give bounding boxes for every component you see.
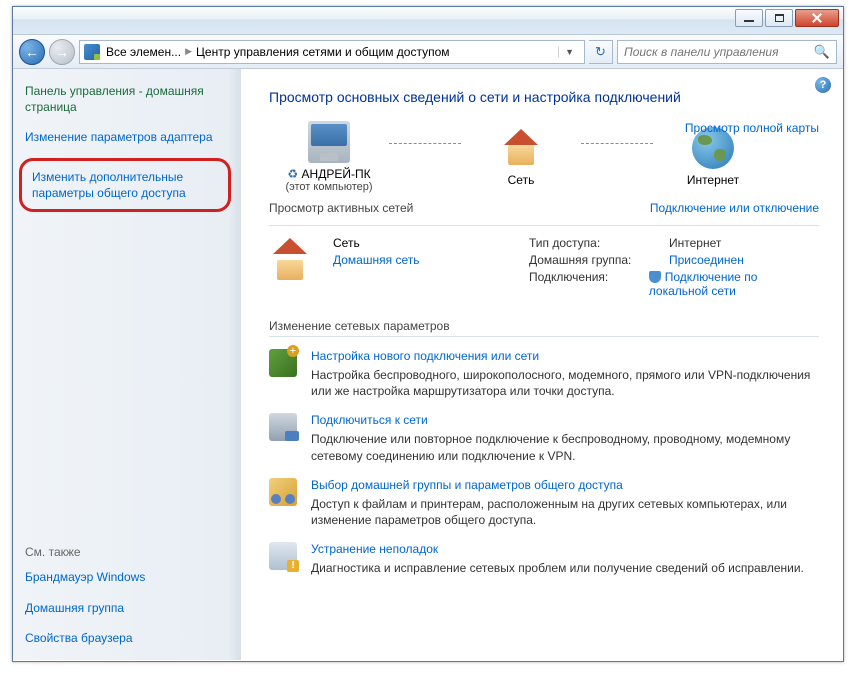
forward-button[interactable]: → <box>49 39 75 65</box>
pc-sublabel: (этот компьютер) <box>285 181 372 193</box>
task-desc: Доступ к файлам и принтерам, расположенн… <box>311 496 819 528</box>
help-icon[interactable]: ? <box>815 77 831 93</box>
minimize-button[interactable] <box>735 9 763 27</box>
separator <box>269 225 819 226</box>
sidebar-adapter-link[interactable]: Изменение параметров адаптера <box>25 129 229 145</box>
node-this-pc: ♻ АНДРЕЙ-ПК (этот компьютер) <box>269 121 389 193</box>
view-full-map-link[interactable]: Просмотр полной карты <box>685 121 819 135</box>
task-title: Настройка нового подключения или сети <box>311 349 819 363</box>
sidebar-homegroup-link[interactable]: Домашняя группа <box>25 600 229 616</box>
address-bar[interactable]: Все элемен... ▶ Центр управления сетями … <box>79 40 585 64</box>
sidebar-advanced-sharing-link[interactable]: Изменить дополнительные параметры общего… <box>32 169 218 201</box>
internet-label: Интернет <box>687 173 739 187</box>
task-troubleshoot[interactable]: Устранение неполадок Диагностика и испра… <box>269 542 819 576</box>
sidebar-browser-link[interactable]: Свойства браузера <box>25 630 229 646</box>
address-dropdown-icon[interactable]: ▼ <box>558 47 580 57</box>
task-title: Устранение неполадок <box>311 542 804 556</box>
access-type-value: Интернет <box>669 236 721 250</box>
homegroup-sharing-icon <box>269 478 297 506</box>
separator <box>269 336 819 337</box>
connections-label: Подключения: <box>529 270 649 298</box>
task-desc: Диагностика и исправление сетевых пробле… <box>311 560 804 576</box>
sidebar-firewall-link[interactable]: Брандмауэр Windows <box>25 569 229 585</box>
window: ← → Все элемен... ▶ Центр управления сет… <box>12 6 844 662</box>
task-homegroup[interactable]: Выбор домашней группы и параметров общег… <box>269 478 819 528</box>
access-type-label: Тип доступа: <box>529 236 669 250</box>
refresh-button[interactable]: ↻ <box>589 40 613 64</box>
connector-line <box>389 143 461 145</box>
main-content: ? Просмотр основных сведений о сети и на… <box>241 69 843 660</box>
search-icon[interactable]: 🔍 <box>814 44 830 60</box>
task-connect-network[interactable]: Подключиться к сети Подключение или повт… <box>269 413 819 463</box>
new-connection-icon <box>269 349 297 377</box>
search-box[interactable]: 🔍 <box>617 40 837 64</box>
chevron-right-icon: ▶ <box>185 46 192 57</box>
network-house-icon <box>269 236 317 284</box>
network-type-link[interactable]: Домашняя сеть <box>333 253 473 267</box>
connect-network-icon <box>269 413 297 441</box>
pc-icon <box>308 121 350 163</box>
sidebar-see-also-heading: См. также <box>25 545 229 559</box>
homegroup-label: Домашняя группа: <box>529 253 669 267</box>
connector-line <box>581 143 653 145</box>
network-name: Сеть <box>333 236 473 250</box>
titlebar <box>13 7 843 35</box>
pc-name: АНДРЕЙ-ПК <box>302 167 371 181</box>
close-button[interactable] <box>795 9 839 27</box>
navbar: ← → Все элемен... ▶ Центр управления сет… <box>13 35 843 69</box>
node-internet: Интернет <box>653 127 773 187</box>
house-icon <box>500 127 542 169</box>
sidebar-home-link[interactable]: Панель управления - домашняя страница <box>25 83 229 115</box>
back-button[interactable]: ← <box>19 39 45 65</box>
troubleshoot-icon <box>269 542 297 570</box>
search-input[interactable] <box>624 45 814 59</box>
task-desc: Подключение или повторное подключение к … <box>311 431 819 463</box>
task-new-connection[interactable]: Настройка нового подключения или сети На… <box>269 349 819 399</box>
task-title: Подключиться к сети <box>311 413 819 427</box>
node-network: Сеть <box>461 127 581 187</box>
page-title: Просмотр основных сведений о сети и наст… <box>269 89 819 105</box>
network-label: Сеть <box>508 173 535 187</box>
homegroup-link[interactable]: Присоединен <box>669 253 744 267</box>
breadcrumb-root[interactable]: Все элемен... <box>106 45 181 59</box>
change-settings-heading: Изменение сетевых параметров <box>269 319 819 333</box>
network-center-icon <box>84 44 100 60</box>
network-map: ♻ АНДРЕЙ-ПК (этот компьютер) Сеть Интерн… <box>269 121 819 193</box>
breadcrumb-current[interactable]: Центр управления сетями и общим доступом <box>196 45 450 59</box>
task-desc: Настройка беспроводного, широкополосного… <box>311 367 819 399</box>
connection-link[interactable]: Подключение по локальной сети <box>649 270 758 298</box>
connect-disconnect-link[interactable]: Подключение или отключение <box>650 201 819 215</box>
sidebar-advanced-highlight: Изменить дополнительные параметры общего… <box>19 158 231 212</box>
maximize-button[interactable] <box>765 9 793 27</box>
task-title: Выбор домашней группы и параметров общег… <box>311 478 819 492</box>
network-info: Сеть Домашняя сеть Тип доступа: Интернет… <box>269 236 819 301</box>
active-networks-heading: Просмотр активных сетей <box>269 201 413 215</box>
sidebar: Панель управления - домашняя страница Из… <box>13 69 241 660</box>
lan-icon <box>649 271 661 283</box>
